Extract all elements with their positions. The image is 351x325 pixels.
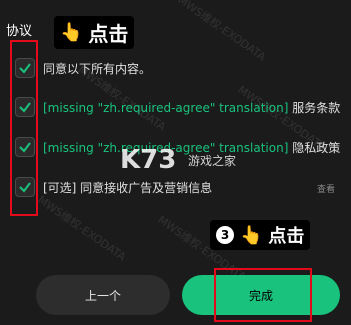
agree-all-checkbox[interactable] [15, 58, 35, 78]
agree-all-row[interactable]: 同意以下所有内容。 [15, 58, 151, 78]
privacy-row[interactable]: [missing "zh.required-agree" translation… [15, 137, 340, 157]
watermark: MWS维权-EXODATA [35, 193, 129, 264]
section-title: 协议 [6, 24, 33, 39]
terms-label: [missing "zh.required-agree" translation… [43, 100, 341, 115]
terms-checkbox[interactable] [15, 97, 35, 117]
marketing-checkbox[interactable] [15, 177, 35, 197]
privacy-checkbox[interactable] [15, 137, 35, 157]
marketing-label: [可选] 同意接收广告及营销信息 [43, 180, 213, 195]
watermark: MWS维权-EXODATA [175, 0, 269, 64]
callout-text: 点击 [268, 226, 305, 247]
done-button[interactable]: 完成 [182, 275, 340, 315]
check-icon [19, 142, 31, 153]
step-number-badge: 3 [216, 226, 234, 244]
pointing-hand-icon: 👆 [240, 224, 263, 246]
click-callout-top: 👆 点击 [54, 16, 135, 49]
click-callout-bottom: 3 👆 点击 [210, 220, 311, 250]
site-logo: K73 [120, 145, 177, 175]
terms-row[interactable]: [missing "zh.required-agree" translation… [15, 97, 340, 117]
callout-text: 点击 [88, 22, 129, 46]
site-logo-subtitle: 游戏之家 [188, 154, 237, 168]
agree-all-label: 同意以下所有内容。 [43, 61, 152, 76]
pointing-hand-icon: 👆 [60, 22, 83, 43]
check-icon [19, 63, 31, 74]
check-icon [19, 182, 31, 193]
check-icon [19, 102, 31, 113]
view-link[interactable]: 查看 [317, 182, 335, 195]
previous-button[interactable]: 上一个 [36, 275, 170, 315]
marketing-row[interactable]: [可选] 同意接收广告及营销信息 [15, 177, 212, 197]
